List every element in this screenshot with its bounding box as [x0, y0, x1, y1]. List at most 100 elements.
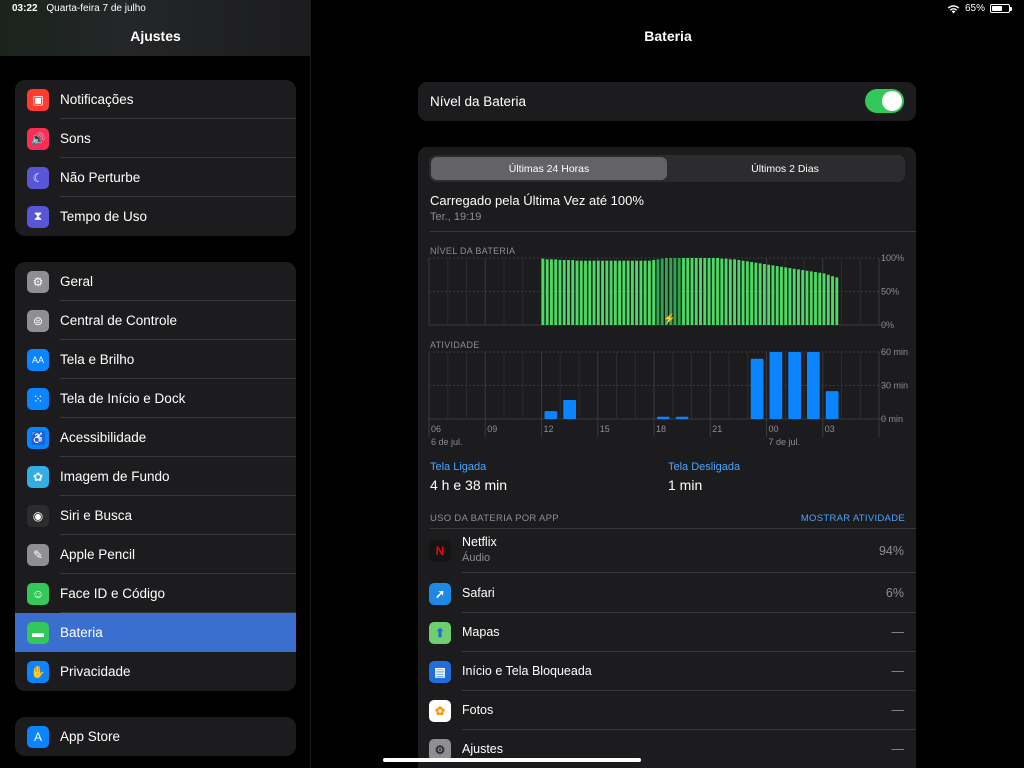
app-store-icon: A [27, 725, 49, 748]
x-tick-label: 03 [825, 424, 835, 434]
sidebar-item-speaker[interactable]: 🔊 Sons [15, 119, 296, 158]
battery-usage-panel: Últimas 24 Horas Últimos 2 Dias Carregad… [418, 147, 916, 768]
sidebar-item-gear[interactable]: ⚙ Geral [15, 262, 296, 301]
app-name: Safari [462, 586, 495, 600]
sidebar-item-moon[interactable]: ☾ Não Perturbe [15, 158, 296, 197]
sidebar-item-hourglass[interactable]: ⧗ Tempo de Uso [15, 197, 296, 236]
battery-bar [784, 267, 788, 325]
battery-bar [635, 260, 639, 325]
sidebar-item-notifications[interactable]: ▣ Notificações [15, 80, 296, 119]
sidebar-item-label: Bateria [60, 625, 103, 640]
battery-bar [579, 260, 583, 325]
show-activity-button[interactable]: MOSTRAR ATIVIDADE [801, 513, 905, 524]
settings-sidebar: Ajustes ▣ Notificações 🔊 Sons ☾ Não Perturbe ⧗… [0, 0, 311, 768]
sidebar-item-flower[interactable]: ✿ Imagem de Fundo [15, 457, 296, 496]
sidebar-item-label: Tempo de Uso [60, 209, 148, 224]
battery-percent: 65% [964, 3, 985, 14]
tab-last-2-days[interactable]: Últimos 2 Dias [667, 157, 903, 180]
battery-bar [831, 276, 834, 325]
battery-bar [818, 272, 822, 325]
battery-detail-pane: Bateria Nível da Bateria Últimas 24 Hora… [312, 0, 1024, 768]
siri-icon: ◉ [27, 504, 49, 527]
battery-bar [699, 258, 702, 325]
sidebar-item-grid[interactable]: ⁙ Tela de Início e Dock [15, 379, 296, 418]
wifi-icon [947, 4, 960, 13]
battery-status-icon [990, 4, 1012, 13]
netflix-icon: N [429, 540, 451, 562]
app-usage-percent: — [891, 664, 905, 678]
battery-bar [622, 260, 626, 325]
app-usage-row[interactable]: ➚ Safari 6% [418, 574, 916, 613]
speaker-icon: 🔊 [27, 127, 49, 150]
activity-bar [769, 352, 783, 419]
battery-bar [724, 258, 728, 325]
sidebar-item-face-id[interactable]: ☺ Face ID e Código [15, 574, 296, 613]
battery-bar [609, 260, 613, 325]
sidebar-item-label: Notificações [60, 92, 134, 107]
y-tick-label: 30 min [881, 381, 908, 391]
sidebar-item-toggles[interactable]: ⊜ Central de Controle [15, 301, 296, 340]
battery-bar [567, 260, 570, 325]
safari-icon: ➚ [429, 582, 451, 605]
photos-icon: ✿ [429, 699, 451, 722]
battery-bar [562, 260, 566, 325]
settings-group: ▣ Notificações 🔊 Sons ☾ Não Perturbe ⧗ Tempo de… [15, 80, 296, 236]
battery-bar [703, 258, 707, 325]
tab-last-24-hours[interactable]: Últimas 24 Horas [431, 157, 667, 180]
sidebar-item-label: Siri e Busca [60, 508, 133, 523]
battery-bar [541, 258, 545, 325]
battery-bar [835, 277, 839, 325]
battery-bar [814, 272, 817, 325]
battery-level-toggle[interactable] [865, 89, 904, 113]
battery-bar [754, 262, 758, 325]
battery-bar [805, 270, 809, 325]
sidebar-item-label: Tela e Brilho [60, 352, 135, 367]
app-usage-row[interactable]: ✿ Fotos — [418, 691, 916, 730]
battery-bar [728, 259, 732, 325]
app-usage-row[interactable]: ▤ Início e Tela Bloqueada — [418, 652, 916, 691]
activity-bar [563, 400, 576, 419]
battery-bar [775, 266, 779, 325]
divider [430, 231, 916, 232]
x-tick-label: 21 [712, 424, 722, 434]
battery-icon: ▬ [27, 621, 49, 644]
battery-bar [639, 260, 643, 325]
app-usage-row[interactable]: ⬆ Mapas — [418, 613, 916, 652]
y-tick-label: 60 min [881, 347, 908, 357]
sidebar-item-label: Face ID e Código [60, 586, 166, 601]
maps-icon: ⬆ [429, 621, 451, 644]
x-tick-label: 06 [431, 424, 441, 434]
x-date-label: 7 de jul. [769, 437, 801, 447]
sidebar-item-pencil[interactable]: ✎ Apple Pencil [15, 535, 296, 574]
activity-bar [825, 391, 839, 419]
battery-bar [737, 260, 741, 325]
battery-bar [626, 260, 630, 325]
battery-bar [558, 260, 562, 325]
sidebar-item-app-store[interactable]: A App Store [15, 717, 296, 756]
battery-bar [652, 260, 656, 325]
sidebar-item-siri[interactable]: ◉ Siri e Busca [15, 496, 296, 535]
screen-on-label: Tela Ligada [430, 461, 487, 473]
battery-bar [571, 260, 575, 325]
screen-off-label: Tela Desligada [668, 461, 741, 473]
battery-level-label: Nível da Bateria [430, 94, 527, 109]
battery-bar [801, 270, 805, 325]
y-tick-label: 0 min [881, 414, 903, 424]
battery-bar [690, 258, 694, 325]
battery-bar [788, 268, 792, 325]
x-tick-label: 18 [656, 424, 666, 434]
status-bar-right: 65% [947, 3, 1012, 14]
sidebar-item-hand[interactable]: ✋ Privacidade [15, 652, 296, 691]
sidebar-item-text-size[interactable]: AA Tela e Brilho [15, 340, 296, 379]
y-tick-label: 100% [881, 253, 904, 263]
app-usage-row[interactable]: ⚙ Ajustes — [418, 730, 916, 768]
hourglass-icon: ⧗ [27, 205, 49, 228]
settings-group: A App Store [15, 717, 296, 756]
usage-by-app-header: USO DA BATERIA POR APP [430, 513, 559, 524]
app-usage-row[interactable]: N Netflix Áudio 94% [418, 529, 916, 573]
sidebar-item-label: Geral [60, 274, 94, 289]
sidebar-item-battery[interactable]: ▬ Bateria [15, 613, 296, 652]
flower-icon: ✿ [27, 465, 49, 488]
sidebar-item-accessibility[interactable]: ♿ Acessibilidade [15, 418, 296, 457]
sidebar-item-label: Imagem de Fundo [60, 469, 170, 484]
